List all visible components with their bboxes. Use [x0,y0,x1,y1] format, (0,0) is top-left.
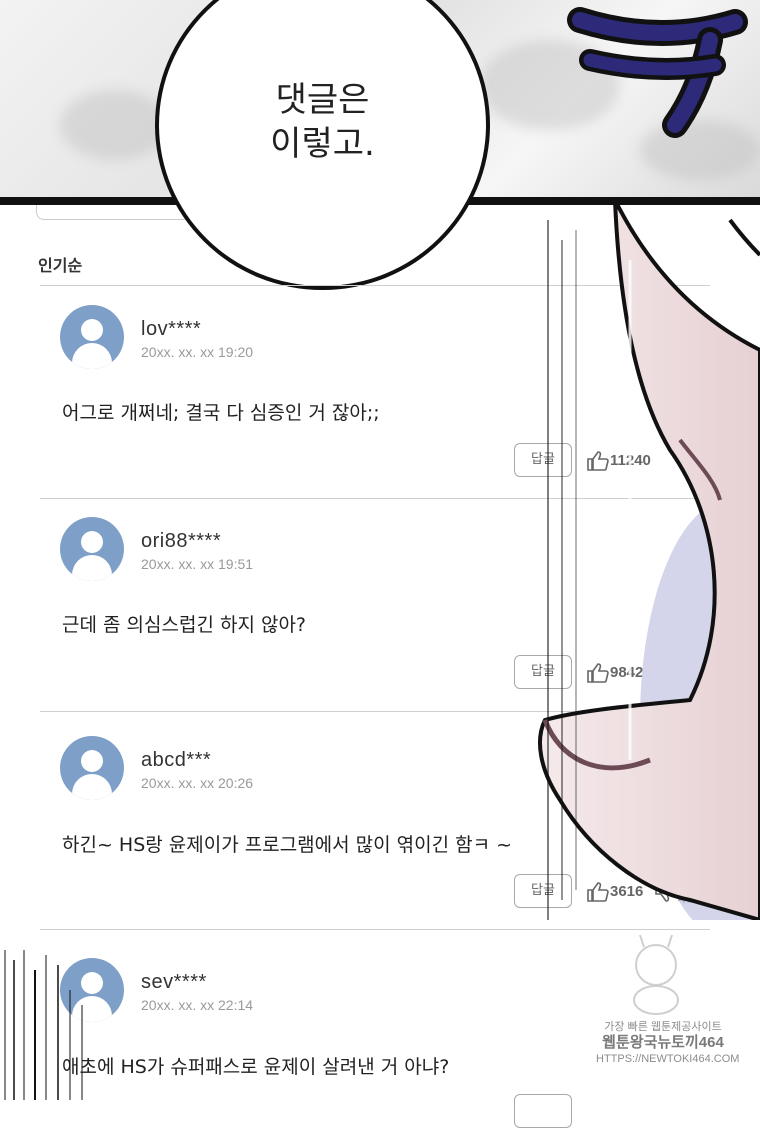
watermark-line-1: 가장 빠른 웹툰제공사이트 [604,1021,722,1033]
sound-effect-glyph [567,7,748,138]
divider [40,929,710,930]
character-hand-illustration [538,200,760,920]
comment-timestamp: 20xx. xx. xx 22:14 [141,997,254,1013]
comment-text: 어그로 개쩌네; 결국 다 심증인 거 잖아;; [62,402,380,424]
bubble-line-1: 댓글은 [275,80,370,120]
comment-text: 애초에 HS가 슈퍼패스로 윤제이 살려낸 거 아냐? [62,1056,450,1078]
comment-text: 근데 좀 의심스럽긴 하지 않아? [62,614,307,636]
bubble-line-2: 이렇고. [270,124,375,164]
comment-timestamp: 20xx. xx. xx 19:51 [141,556,254,572]
watermark-line-3: HTTPS://NEWTOKI464.COM [596,1053,740,1065]
comment-username[interactable]: lov**** [141,318,201,341]
comment-username[interactable]: ori88**** [141,530,221,553]
user-avatar-icon[interactable] [60,517,124,581]
user-avatar-icon[interactable] [60,736,124,800]
comment-timestamp: 20xx. xx. xx 20:26 [141,775,254,791]
smoke-cloud [60,90,170,160]
reply-button[interactable] [514,1094,572,1128]
user-avatar-icon[interactable] [60,305,124,369]
site-watermark: 가장 빠른 웹툰제공사이트 웹툰왕국뉴토끼464 HTTPS://NEWTOKI… [596,1020,740,1066]
comment-username[interactable]: abcd*** [141,749,211,772]
watermark-line-2: 웹툰왕국뉴토끼464 [602,1034,724,1051]
comment-username[interactable]: sev**** [141,971,207,994]
sort-label[interactable]: 인기순 [38,252,82,276]
speech-bubble-text: 댓글은 이렇고. [155,78,490,166]
speed-lines [4,950,83,1100]
comment-text: 하긴~ HS랑 윤제이가 프로그램에서 많이 엮이긴 함ㅋ ~ [62,834,513,856]
watermark-logo [633,935,679,1015]
comment-timestamp: 20xx. xx. xx 19:20 [141,344,254,360]
